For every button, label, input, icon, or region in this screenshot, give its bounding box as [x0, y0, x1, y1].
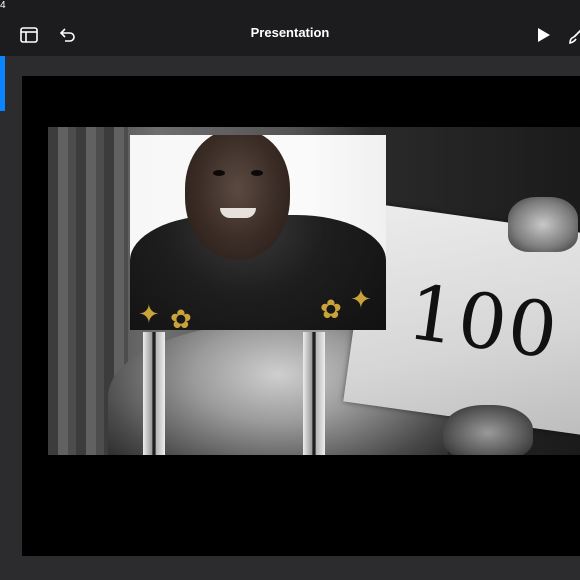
gold-print-right-icon: ✦ — [350, 285, 372, 315]
gold-print-left-icon: ✦ — [138, 300, 160, 330]
tank-strap-left — [143, 332, 165, 455]
mouth — [220, 208, 256, 218]
face-shape — [185, 135, 290, 260]
gold-print-angel-right-icon: ✿ — [320, 295, 342, 325]
right-eye — [251, 170, 263, 176]
document-title: Presentation — [250, 25, 330, 40]
play-icon — [538, 28, 550, 42]
toolbar: Presentation — [0, 12, 580, 56]
hand-top-shape — [508, 197, 578, 252]
selfie-photo[interactable]: ✦ ✿ ✿ ✦ — [130, 135, 386, 330]
play-button[interactable] — [532, 24, 554, 46]
left-eye — [213, 170, 225, 176]
hand-bottom-shape — [443, 405, 533, 455]
gold-print-angel-left-icon: ✿ — [170, 305, 192, 330]
format-brush-button[interactable] — [566, 24, 580, 46]
paintbrush-icon — [569, 29, 580, 45]
tank-strap-right — [303, 332, 325, 455]
selected-slide-indicator — [0, 56, 5, 111]
